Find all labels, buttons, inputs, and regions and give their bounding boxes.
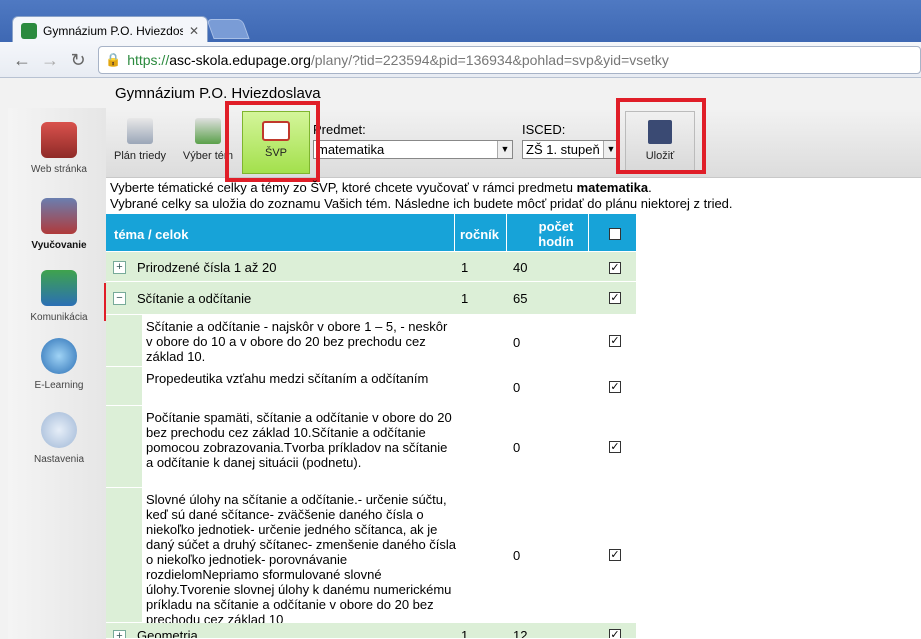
- table-row: + Prirodzené čísla 1 až 20 1 40 ✓: [106, 252, 636, 282]
- school-name: Gymnázium P.O. Hviezdoslava: [115, 85, 321, 102]
- tab-title: Gymnázium P.O. Hviezdoslava: [43, 23, 183, 38]
- row-checkbox[interactable]: ✓: [609, 629, 621, 638]
- subrow-checkbox[interactable]: ✓: [609, 381, 621, 393]
- col-hours: počet hodín: [538, 219, 574, 249]
- subrow-checkbox[interactable]: ✓: [609, 549, 621, 561]
- row-hours: 12: [513, 628, 528, 639]
- row-grade: 1: [461, 291, 469, 306]
- subrow-text: Počítanie spamäti, sčítanie a odčítanie …: [146, 410, 452, 470]
- url-host: asc-skola.edupage.org: [169, 52, 311, 68]
- url-scheme: https://: [127, 52, 170, 68]
- row-topic: Prirodzené čísla 1 až 20: [137, 260, 277, 275]
- row-grade: 1: [461, 628, 469, 639]
- table-subrow: Propedeutika vzťahu medzi sčítaním a odč…: [106, 367, 636, 406]
- expand-icon[interactable]: +: [113, 261, 126, 274]
- select-all-checkbox[interactable]: ✓: [609, 228, 621, 240]
- table-header: téma / celok ročník počet hodín ✓: [106, 214, 636, 252]
- people-icon: [41, 270, 77, 306]
- subrow-hours: 0: [513, 380, 521, 395]
- sidebar-item-label: Web stránka: [31, 164, 87, 175]
- highlight-save: [616, 98, 706, 174]
- sidebar: Web stránka Vyučovanie Komunikácia E-Lea…: [8, 108, 106, 639]
- table-subrow: Sčítanie a odčítanie - najskôr v obore 1…: [106, 315, 636, 367]
- plan-triedy-label: Plán triedy: [114, 150, 166, 162]
- intro-text: Vyberte tématické celky a témy zo ŠVP, k…: [110, 180, 910, 212]
- favicon-icon: [21, 22, 37, 39]
- isced-select[interactable]: ZŠ 1. stupeň ▼: [522, 140, 619, 159]
- reload-icon[interactable]: ↻: [68, 50, 88, 70]
- url-path: /plany/?tid=223594&pid=136934&pohlad=svp…: [310, 52, 669, 68]
- books-icon: [41, 198, 77, 234]
- sidebar-item-label: Nastavenia: [33, 454, 85, 465]
- subject-select[interactable]: matematika ▼: [313, 140, 513, 159]
- row-checkbox[interactable]: ✓: [609, 292, 621, 304]
- subject-label: Predmet:: [313, 122, 366, 137]
- sidebar-item-label: E-Learning: [34, 380, 84, 391]
- subrow-text: Sčítanie a odčítanie - najskôr v obore 1…: [146, 319, 448, 364]
- subrow-text: Propedeutika vzťahu medzi sčítaním a odč…: [146, 371, 429, 386]
- row-hours: 65: [513, 291, 528, 306]
- row-grade: 1: [461, 260, 469, 275]
- table-row: + Geometria 1 12 ✓: [106, 623, 636, 639]
- col-grade: ročník: [460, 227, 500, 242]
- intro-line2: Vybrané celky sa uložia do zoznamu Vašic…: [110, 196, 733, 211]
- isced-value: ZŠ 1. stupeň: [526, 142, 600, 157]
- subrow-hours: 0: [513, 335, 521, 350]
- globe-icon: [41, 338, 77, 374]
- new-tab-button[interactable]: [206, 19, 250, 39]
- row-hours: 40: [513, 260, 528, 275]
- browser-tab[interactable]: Gymnázium P.O. Hviezdoslava ✕: [12, 16, 208, 44]
- sidebar-item-web[interactable]: Web stránka: [16, 122, 102, 175]
- subrow-checkbox[interactable]: ✓: [609, 441, 621, 453]
- subrow-text: Slovné úlohy na sčítanie a odčítanie.- u…: [146, 492, 457, 627]
- gear-icon: [41, 412, 77, 448]
- isced-label: ISCED:: [522, 122, 566, 137]
- document-stack-icon: [127, 118, 153, 144]
- sidebar-item-komunikacia[interactable]: Komunikácia: [16, 270, 102, 323]
- intro-line1-end: .: [648, 180, 652, 195]
- chevron-down-icon: ▼: [497, 141, 512, 158]
- intro-line1: Vyberte tématické celky a témy zo ŠVP, k…: [110, 180, 577, 195]
- add-topic-icon: [195, 118, 221, 144]
- close-tab-icon[interactable]: ✕: [189, 24, 199, 38]
- subrow-hours: 0: [513, 440, 521, 455]
- subrow-checkbox[interactable]: ✓: [609, 335, 621, 347]
- sidebar-item-label: Komunikácia: [30, 312, 88, 323]
- expand-icon[interactable]: +: [113, 630, 126, 638]
- row-topic: Sčítanie a odčítanie: [137, 291, 252, 306]
- col-topic: téma / celok: [114, 227, 189, 242]
- collapse-icon[interactable]: −: [113, 292, 126, 305]
- lock-icon: 🔒: [105, 52, 122, 67]
- sidebar-item-label: Vyučovanie: [31, 240, 87, 251]
- table-subrow: Slovné úlohy na sčítanie a odčítanie.- u…: [106, 488, 636, 627]
- highlight-svp: [225, 101, 320, 182]
- row-topic: Geometria: [137, 628, 198, 639]
- subject-value: matematika: [317, 142, 385, 157]
- sidebar-item-vyucovanie[interactable]: Vyučovanie: [16, 198, 102, 251]
- address-bar[interactable]: 🔒 https://asc-skola.edupage.org/plany/?t…: [98, 46, 921, 74]
- table-subrow: Počítanie spamäti, sčítanie a odčítanie …: [106, 406, 636, 488]
- back-arrow-icon[interactable]: ←: [12, 50, 32, 70]
- table-row: − Sčítanie a odčítanie 1 65 ✓: [106, 282, 636, 315]
- subrow-hours: 0: [513, 548, 521, 563]
- sidebar-item-elearning[interactable]: E-Learning: [16, 338, 102, 391]
- sidebar-item-nastavenia[interactable]: Nastavenia: [16, 412, 102, 465]
- intro-subject: matematika: [576, 180, 649, 195]
- row-checkbox[interactable]: ✓: [609, 262, 621, 274]
- forward-arrow-icon[interactable]: →: [40, 50, 60, 70]
- plan-triedy-button[interactable]: Plán triedy: [108, 112, 172, 174]
- house-icon: [41, 122, 77, 158]
